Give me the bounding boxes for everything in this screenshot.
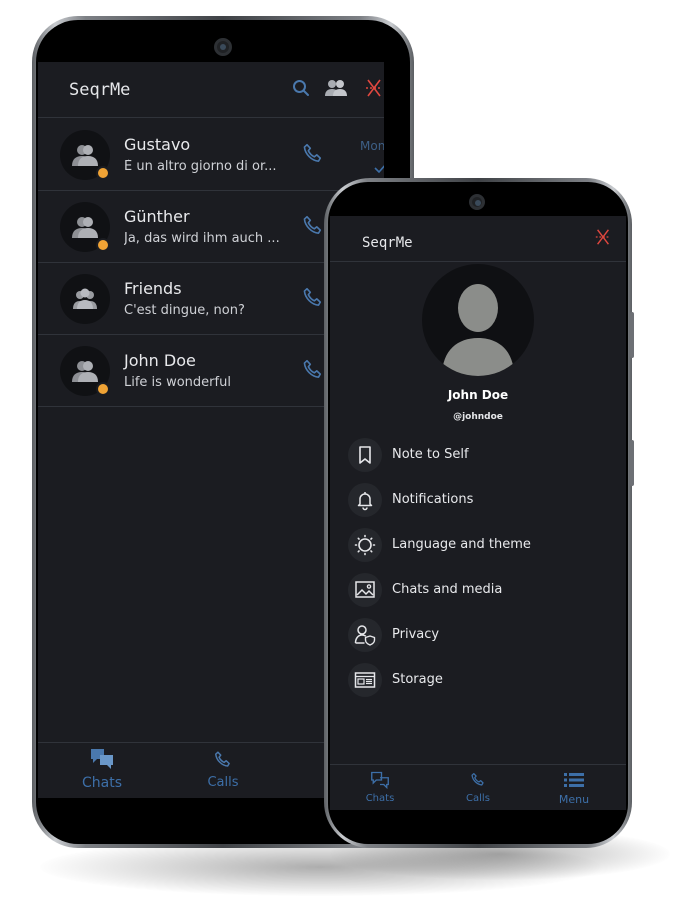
profile-avatar[interactable]: [422, 264, 534, 376]
phone-icon: [471, 772, 484, 786]
search-icon[interactable]: [292, 79, 310, 101]
menu-item-notifications[interactable]: Notifications: [348, 483, 608, 519]
bell-icon: [348, 483, 382, 517]
online-status-dot: [96, 238, 110, 252]
profile-bottom-nav: Chats Calls Menu: [330, 764, 626, 810]
new-group-icon[interactable]: [324, 78, 348, 102]
chats-icon: [91, 749, 113, 769]
profile-handle: @johndoe: [453, 412, 503, 422]
nav-label: Chats: [81, 775, 122, 791]
menu-item-label: Note to Self: [392, 447, 469, 462]
person-icon: [442, 284, 514, 376]
storage-icon: [348, 663, 382, 697]
group-icon: [73, 288, 97, 309]
chat-list-header: SeqrMe: [38, 62, 384, 118]
check-icon: [374, 159, 384, 178]
menu-item-label: Privacy: [392, 627, 440, 642]
chat-name: Günther: [124, 207, 190, 226]
app-title: SeqrMe: [69, 79, 131, 100]
menu-item-privacy[interactable]: Privacy: [348, 618, 608, 654]
online-status-dot: [96, 382, 110, 396]
phone-icon[interactable]: [300, 213, 326, 243]
user-shield-icon: [348, 618, 382, 652]
online-status-dot: [96, 166, 110, 180]
volume-button: [630, 312, 634, 358]
nav-tab-calls[interactable]: Calls: [193, 749, 253, 790]
nav-tab-chats[interactable]: Chats: [354, 771, 406, 804]
menu-item-label: Language and theme: [392, 537, 531, 552]
menu-item-note-to-self[interactable]: Note to Self: [348, 438, 608, 474]
person-group-icon: [72, 217, 98, 238]
profile-header: SeqrMe: [330, 216, 626, 262]
chat-last-message: Ja, das wird ihm auch ...: [124, 231, 280, 246]
person-group-icon: [72, 361, 98, 382]
nav-tab-calls[interactable]: Calls: [452, 771, 504, 804]
menu-item-chats-and-media[interactable]: Chats and media: [348, 573, 608, 609]
menu-item-language-and-theme[interactable]: Language and theme: [348, 528, 608, 564]
menu-item-label: Storage: [392, 672, 443, 687]
chat-last-message: C'est dingue, non?: [124, 303, 245, 318]
nav-label: Calls: [466, 793, 490, 804]
nav-tab-chats[interactable]: Chats: [72, 747, 132, 791]
person-group-icon: [72, 145, 98, 166]
phone-icon: [215, 751, 230, 767]
chat-name: John Doe: [124, 351, 196, 370]
avatar: [60, 274, 110, 324]
back-phone-camera: [214, 38, 232, 56]
nav-label: Menu: [558, 793, 590, 806]
header-actions: [594, 216, 626, 262]
profile-name: John Doe: [447, 388, 509, 402]
menu-item-label: Chats and media: [392, 582, 503, 597]
phone-icon[interactable]: [300, 141, 326, 171]
phone-icon[interactable]: [300, 285, 326, 315]
nav-label: Calls: [207, 775, 239, 790]
app-title: SeqrMe: [362, 234, 413, 251]
power-button: [630, 440, 634, 486]
chat-timestamp: Mon: [360, 139, 384, 153]
front-phone-screen: SeqrMe John Doe @johndoe Note to Self No…: [330, 216, 626, 810]
nav-tab-menu[interactable]: Menu: [548, 771, 600, 806]
menu-item-storage[interactable]: Storage: [348, 663, 608, 699]
bookmark-icon: [348, 438, 382, 472]
phone-icon[interactable]: [300, 357, 326, 387]
logout-icon[interactable]: [364, 77, 384, 103]
logout-icon[interactable]: [594, 227, 612, 251]
chats-icon: [371, 771, 389, 790]
nav-label: Chats: [365, 793, 395, 804]
chat-last-message: È un altro giorno di or...: [124, 159, 277, 174]
front-phone-camera: [469, 194, 485, 210]
header-actions: [292, 62, 384, 118]
chat-last-message: Life is wonderful: [124, 375, 231, 390]
menu-list-icon: [564, 773, 584, 787]
menu-item-label: Notifications: [392, 492, 474, 507]
image-icon: [348, 573, 382, 607]
chat-name: Gustavo: [124, 135, 191, 154]
chat-name: Friends: [124, 279, 182, 298]
sun-icon: [348, 528, 382, 562]
chat-row-gustavo[interactable]: Gustavo È un altro giorno di or... Mon: [38, 119, 384, 191]
